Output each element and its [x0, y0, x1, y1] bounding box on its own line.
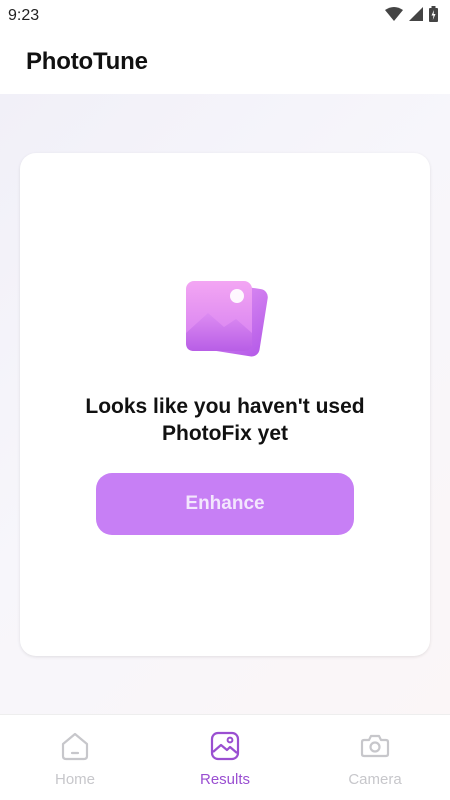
empty-state-message: Looks like you haven't used PhotoFix yet: [85, 395, 365, 445]
photo-stack-icon: [180, 275, 270, 365]
app-title: PhotoTune: [26, 48, 148, 75]
nav-label-results: Results: [199, 771, 251, 788]
nav-label-camera: Camera: [348, 771, 402, 788]
bottom-nav: Home Results Camera: [0, 714, 450, 800]
app-header: PhotoTune: [0, 32, 450, 94]
nav-label-home: Home: [54, 771, 95, 788]
status-bar: 9:23: [0, 0, 450, 32]
status-time: 9:23: [8, 7, 40, 24]
wifi-icon: [385, 6, 403, 26]
enhance-button[interactable]: Enhance: [96, 473, 354, 535]
nav-item-results[interactable]: Results: [150, 715, 300, 800]
image-icon: [209, 730, 241, 762]
camera-icon: [359, 730, 391, 762]
content-area: Looks like you haven't used PhotoFix yet…: [0, 94, 450, 714]
signal-icon: [409, 6, 423, 26]
status-icons: [385, 5, 438, 27]
nav-item-camera[interactable]: Camera: [300, 715, 450, 800]
home-icon: [59, 730, 91, 762]
nav-item-home[interactable]: Home: [0, 715, 150, 800]
empty-state-card: Looks like you haven't used PhotoFix yet…: [20, 153, 430, 656]
battery-icon: [429, 5, 438, 27]
